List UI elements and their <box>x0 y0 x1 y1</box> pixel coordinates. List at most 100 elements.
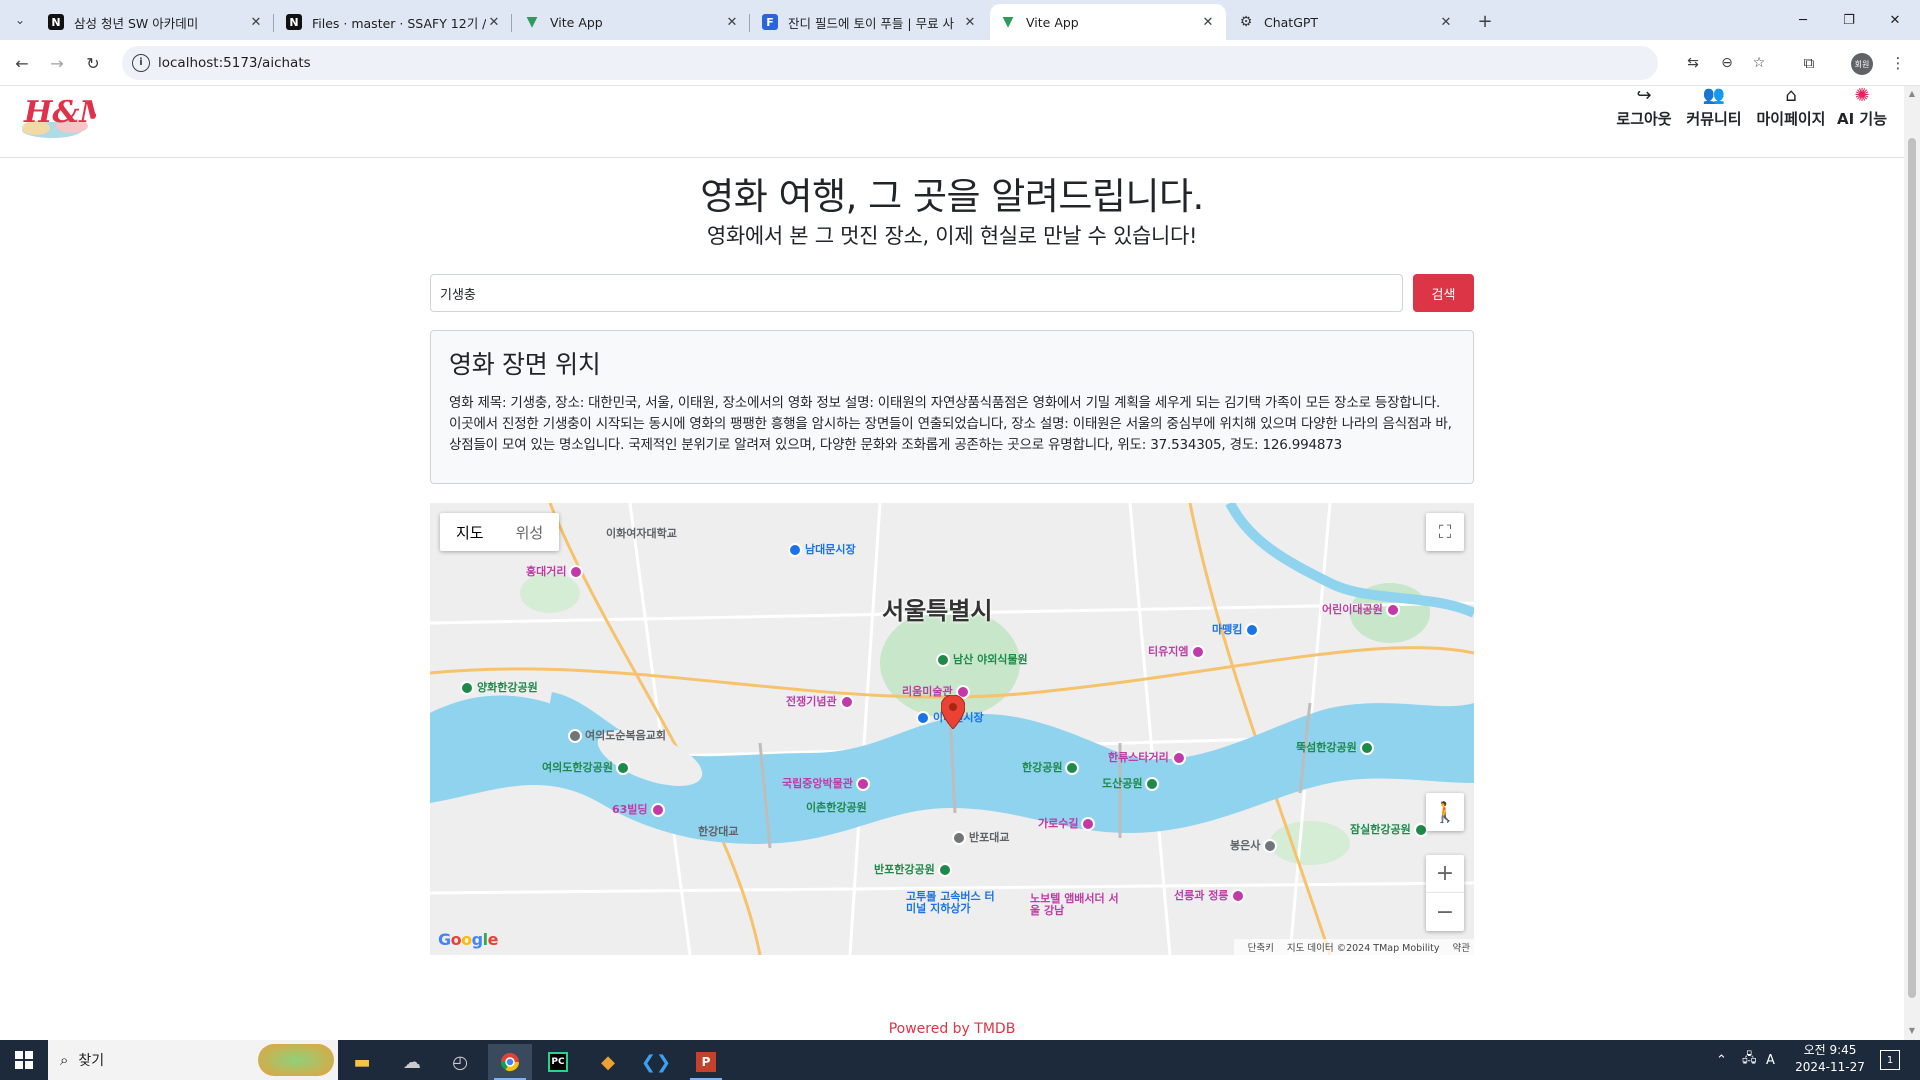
map-poi[interactable]: 봉은사 <box>1230 837 1280 853</box>
reload-icon[interactable]: ↻ <box>81 51 105 75</box>
clock-app-icon[interactable]: ◴ <box>438 1044 482 1080</box>
map-poi[interactable]: 63빌딩 <box>612 801 668 817</box>
map-poi[interactable]: 가로수길 <box>1038 815 1098 831</box>
back-arrow-icon[interactable]: ← <box>10 51 34 75</box>
map-poi[interactable]: 고투몰 고속버스 터미널 지하상가 <box>906 891 996 915</box>
show-hidden-icons[interactable]: ⌃ <box>1716 1040 1727 1080</box>
browser-tab[interactable]: F 잔디 필드에 토이 푸들 | 무료 사 ✕ <box>752 4 988 40</box>
map-poi[interactable]: 전쟁기념관 <box>786 693 857 709</box>
powerpoint-icon[interactable]: P <box>684 1044 728 1080</box>
map-poi[interactable]: 어린이대공원 <box>1322 601 1403 617</box>
map-poi[interactable]: 여의도한강공원 <box>542 759 633 775</box>
close-tab-icon[interactable]: ✕ <box>1200 15 1216 30</box>
tab-search-chevron-icon[interactable]: ⌄ <box>8 8 32 32</box>
bookmark-star-icon[interactable]: ☆ <box>1750 54 1768 72</box>
browser-tab[interactable]: ▼ Vite App ✕ <box>514 4 750 40</box>
google-logo: Google <box>438 930 498 949</box>
page-viewport: H&M ↪ 로그아웃 👥 커뮤니티 ⌂ 마이페이지 ✺ AI 기능 영화 여행,… <box>0 86 1904 1040</box>
map-poi[interactable]: 노보텔 앰배서더 서울 강남 <box>1030 893 1120 917</box>
site-info-icon[interactable]: i <box>132 54 150 72</box>
close-tab-icon[interactable]: ✕ <box>1438 15 1454 30</box>
ime-indicator[interactable]: A <box>1766 1040 1775 1080</box>
git-icon[interactable]: ◆ <box>586 1044 630 1080</box>
vscode-icon[interactable]: ❮❯ <box>634 1044 678 1080</box>
forward-arrow-icon[interactable]: → <box>45 51 69 75</box>
nav-community[interactable]: 👥 커뮤니티 <box>1683 86 1745 129</box>
map-poi[interactable]: 양화한강공원 <box>460 679 538 695</box>
map-poi[interactable]: 선릉과 정릉 <box>1174 887 1248 903</box>
close-tab-icon[interactable]: ✕ <box>962 15 978 30</box>
keyboard-shortcuts-link[interactable]: 단축키 <box>1248 943 1274 954</box>
map-poi[interactable]: 남산 야외식물원 <box>936 651 1028 667</box>
map-poi[interactable]: 이화여자대학교 <box>606 525 677 541</box>
extensions-icon[interactable]: ⧉ <box>1797 51 1821 75</box>
taskbar-clock[interactable]: 오전 9:45 2024-11-27 <box>1790 1042 1870 1076</box>
pycharm-icon[interactable]: PC <box>536 1044 580 1080</box>
scroll-thumb[interactable] <box>1908 138 1916 998</box>
map-poi[interactable]: 도산공원 <box>1102 775 1162 791</box>
scroll-up-icon[interactable]: ▲ <box>1907 89 1917 99</box>
nav-ai[interactable]: ✺ AI 기능 <box>1836 86 1888 129</box>
close-tab-icon[interactable]: ✕ <box>248 15 264 30</box>
map-poi[interactable]: 한강대교 <box>698 823 738 839</box>
page-title: 영화 여행, 그 곳을 알려드립니다. <box>700 175 1204 218</box>
browser-tab-active[interactable]: ▼ Vite App ✕ <box>990 4 1226 40</box>
restore-icon[interactable]: ❐ <box>1826 6 1872 34</box>
page-scrollbar[interactable]: ▲ ▼ <box>1904 86 1920 1040</box>
taskbar-search-box[interactable]: ⌕ 찾기 <box>48 1040 338 1080</box>
map-poi[interactable]: 잠실한강공원 <box>1350 821 1431 837</box>
close-tab-icon[interactable]: ✕ <box>724 15 740 30</box>
windows-taskbar: ⌕ 찾기 ▬ ☁ ◴ PC ◆ ❮❯ P ⌃ 🖧 A 오전 9:45 2024-… <box>0 1040 1920 1080</box>
more-menu-icon[interactable]: ⋮ <box>1886 51 1910 75</box>
browser-tab[interactable]: N Files · master · SSAFY 12기 / 서 ✕ <box>276 4 512 40</box>
scroll-down-icon[interactable]: ▼ <box>1907 1026 1917 1036</box>
app-icon[interactable]: ☁ <box>390 1044 434 1080</box>
park-icon <box>937 863 952 877</box>
map-poi[interactable]: 남대문시장 <box>788 541 856 557</box>
network-icon[interactable]: 🖧 <box>1742 1040 1757 1080</box>
street-view-pegman-icon[interactable]: 🚶 <box>1426 793 1464 831</box>
url-text[interactable]: localhost:5173/aichats <box>158 55 311 71</box>
zoom-out-icon[interactable]: − <box>1426 893 1464 931</box>
map-poi[interactable]: 국립중앙박물관 <box>782 775 873 791</box>
zoom-in-icon[interactable]: + <box>1426 855 1464 893</box>
map-poi[interactable]: 티유지엠 <box>1148 643 1208 659</box>
map-poi[interactable]: 한류스타거리 <box>1108 749 1189 765</box>
map-type-satellite-button[interactable]: 위성 <box>500 513 560 551</box>
map-poi[interactable]: 마뗑킴 <box>1212 621 1262 637</box>
map-poi[interactable]: 반포한강공원 <box>874 861 955 877</box>
map-poi[interactable]: 한강공원 <box>1022 759 1082 775</box>
chrome-icon[interactable] <box>488 1044 532 1080</box>
map-poi[interactable]: 여의도순복음교회 <box>568 727 666 743</box>
movie-search-input[interactable] <box>430 274 1403 312</box>
map-poi[interactable]: 뚝섬한강공원 <box>1296 739 1377 755</box>
close-window-icon[interactable]: ✕ <box>1872 6 1918 34</box>
tmdb-credit[interactable]: Powered by TMDB <box>0 1021 1904 1037</box>
zoom-icon[interactable]: ⊖ <box>1718 54 1736 72</box>
map-poi[interactable]: 홍대거리 <box>526 563 586 579</box>
windows-start-icon[interactable] <box>0 1040 48 1080</box>
map-type-control: 지도 위성 <box>440 513 560 551</box>
new-tab-button[interactable]: + <box>1472 8 1498 34</box>
fullscreen-icon[interactable]: ⛶ <box>1426 513 1464 551</box>
terms-link[interactable]: 약관 <box>1453 943 1470 954</box>
search-button[interactable]: 검색 <box>1413 274 1474 312</box>
map-poi[interactable]: 이촌한강공원 <box>806 799 867 815</box>
google-map[interactable]: 서울특별시 남대문시장 홍대거리 이화여자대학교 남산 야외식물원 리움미술관 … <box>430 503 1474 955</box>
map-type-roadmap-button[interactable]: 지도 <box>440 513 500 551</box>
map-poi[interactable]: 반포대교 <box>952 829 1009 845</box>
file-explorer-icon[interactable]: ▬ <box>340 1044 384 1080</box>
minimize-icon[interactable]: ─ <box>1780 6 1826 34</box>
browser-tab[interactable]: N 삼성 청년 SW 아카데미 ✕ <box>38 4 274 40</box>
browser-tab[interactable]: ⚙ ChatGPT ✕ <box>1228 4 1464 40</box>
address-bar[interactable]: i localhost:5173/aichats ⇆ ⊖ ☆ <box>122 46 1765 80</box>
notification-center-icon[interactable]: 1 <box>1880 1050 1900 1070</box>
site-logo[interactable]: H&M <box>16 86 113 140</box>
close-tab-icon[interactable]: ✕ <box>486 15 502 30</box>
nav-mypage[interactable]: ⌂ 마이페이지 <box>1754 86 1828 129</box>
location-pin-icon[interactable] <box>941 695 965 729</box>
map-attribution: 단축키 지도 데이터 ©2024 TMap Mobility 약관 <box>1233 939 1474 955</box>
profile-avatar[interactable]: 회원 <box>1851 53 1873 75</box>
translate-icon[interactable]: ⇆ <box>1684 54 1702 72</box>
nav-logout[interactable]: ↪ 로그아웃 <box>1614 86 1674 129</box>
